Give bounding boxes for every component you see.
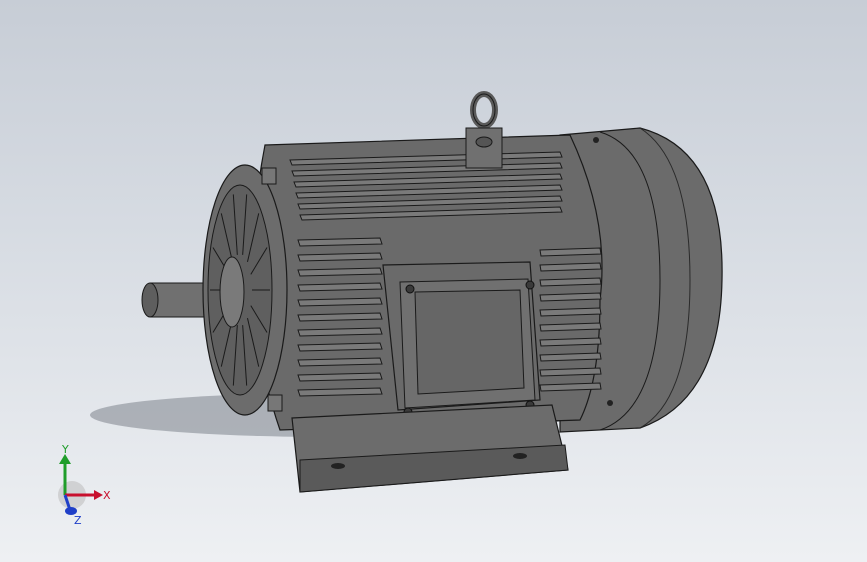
cooling-fin <box>539 322 602 332</box>
cooling-fin <box>297 357 383 367</box>
cooling-fin <box>297 252 383 262</box>
z-axis-label: Z <box>74 514 82 527</box>
cooling-fin <box>297 312 383 322</box>
cooling-fin <box>297 297 383 307</box>
coordinate-triad[interactable]: Y X Z <box>40 440 130 530</box>
front-end-shield[interactable] <box>202 164 288 416</box>
cooling-fin <box>539 277 602 287</box>
cooling-fin <box>539 337 602 347</box>
x-axis-arrowhead <box>94 490 103 500</box>
cooling-fin <box>539 262 602 272</box>
cooling-fin <box>539 292 602 302</box>
cooling-fin <box>297 327 383 337</box>
cooling-fin <box>297 342 383 352</box>
cooling-fin <box>297 237 383 247</box>
terminal-box[interactable] <box>382 261 541 417</box>
cooling-fin <box>539 367 602 377</box>
motor-model[interactable] <box>0 0 867 562</box>
cooling-fin <box>539 352 602 362</box>
y-axis-label: Y <box>61 443 69 456</box>
cooling-fin <box>539 382 602 392</box>
graphics-viewport[interactable]: Y X Z <box>0 0 867 562</box>
cooling-fin <box>297 267 383 277</box>
x-axis-label: X <box>103 489 111 502</box>
cooling-fin <box>539 307 602 317</box>
mounting-foot[interactable] <box>291 404 569 493</box>
lifting-eye-bolt[interactable] <box>465 91 503 169</box>
cooling-fin <box>297 372 383 382</box>
cooling-fin <box>539 247 602 257</box>
cooling-fin <box>297 282 383 292</box>
cooling-fin <box>297 387 383 397</box>
